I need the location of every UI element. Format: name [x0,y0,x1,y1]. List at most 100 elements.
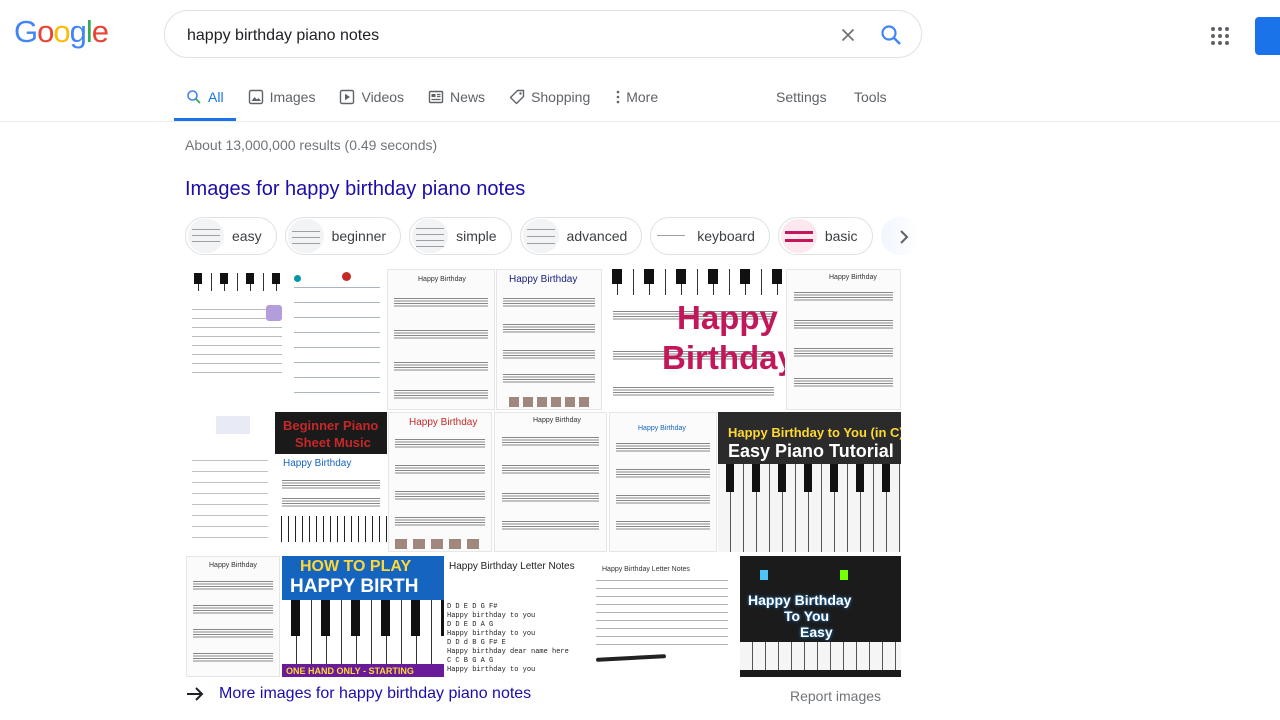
clear-icon[interactable] [837,24,859,46]
music-staff [793,348,894,358]
result-image[interactable]: Happy Birthday Letter Notes D D E D G F#… [445,556,592,677]
chip-keyboard[interactable]: keyboard [650,217,770,255]
tab-news[interactable]: News [416,80,497,114]
result-image[interactable]: Happy Birthday To You Easy [740,556,901,677]
tab-videos[interactable]: Videos [327,80,416,114]
tab-label: All [208,89,224,105]
result-image[interactable]: Happy Birthday [388,412,492,552]
result-image[interactable]: Beginner Piano Sheet Music Happy Birthda… [275,412,387,552]
tab-label: Videos [361,89,405,105]
google-logo[interactable]: Google [14,14,109,50]
chip-easy[interactable]: easy [185,217,277,255]
image-text: To You [784,608,830,624]
music-staff [192,629,274,639]
result-image[interactable]: Happy Birthday [496,269,602,410]
falling-note [760,570,768,580]
result-image[interactable] [288,269,386,410]
music-staff [281,480,381,490]
result-image[interactable]: Happy Birthday Letter Notes [594,556,738,677]
tab-label: Shopping [531,89,591,105]
settings-link[interactable]: Settings [776,89,827,105]
result-image[interactable]: Happy Birthday [387,269,495,410]
cupcake-row [395,539,485,549]
music-staff [192,653,274,663]
tab-shopping[interactable]: Shopping [497,80,602,114]
music-staff [501,437,600,447]
chip-thumbnail [653,219,690,253]
music-staff [612,387,775,397]
tag-icon [509,89,525,105]
music-staff [793,320,894,330]
music-staff [395,517,485,527]
piano-black-keys [718,464,901,492]
tab-images[interactable]: Images [236,80,328,114]
tab-label: Images [269,89,316,105]
image-text: Happy Birthday [409,417,478,428]
piano-black-keys [186,273,288,284]
image-text: Happy [677,299,778,336]
report-images-link[interactable]: Report images [790,688,881,704]
music-staff [192,581,274,591]
logo-letter: e [91,14,109,49]
result-image[interactable]: Happy Birthday [609,412,717,552]
text-lines [192,460,268,540]
tab-all[interactable]: All [174,80,236,121]
image-text: Happy birthday dear name here [447,648,569,656]
chip-label: beginner [331,228,387,244]
music-staff [793,378,894,388]
chip-label: easy [232,228,262,244]
result-image[interactable]: Happy Birthday to You (in C) Easy Piano … [718,412,901,552]
music-staff [501,493,600,503]
result-image[interactable] [186,269,288,410]
piano-black-keys [602,269,785,284]
logo-letter: o [53,14,70,49]
chip-thumbnail [780,219,817,253]
chip-label: simple [456,228,497,244]
image-text: Happy birthday to you [447,630,536,638]
music-staff [394,362,488,372]
chevron-right-icon[interactable] [895,228,913,246]
result-stats: About 13,000,000 results (0.49 seconds) [185,137,438,153]
more-images-label: More images for happy birthday piano not… [219,685,532,702]
tools-link[interactable]: Tools [854,89,887,105]
more-images-link[interactable]: More images for happy birthday piano not… [185,684,531,704]
images-section-title[interactable]: Images for happy birthday piano notes [185,178,525,201]
sign-in-button[interactable] [1255,17,1280,55]
refinement-chips: easy beginner simple advanced keyboard b… [185,217,921,257]
search-tabs: All Images Videos News Shopping More [174,80,670,122]
recorder-image [595,654,667,662]
image-text: Easy Piano Tutorial [728,441,894,461]
chip-beginner[interactable]: beginner [284,217,402,255]
music-staff [501,465,600,475]
image-text: Happy birthday to you [447,612,536,620]
header-divider [0,121,1280,122]
music-staff [281,498,381,508]
chip-basic[interactable]: basic [777,217,873,255]
text-lines [596,580,728,648]
result-image[interactable]: Happy Birthday [494,412,607,552]
tab-more[interactable]: More [602,80,670,114]
tab-label: News [450,89,486,105]
result-image[interactable]: Happy Birthday [602,269,785,410]
music-staff [394,298,488,308]
chip-thumbnail [287,219,324,253]
result-image[interactable]: Happy Birthday [186,556,280,677]
image-text: Happy Birthday [638,425,686,432]
apps-grid-icon[interactable] [1208,24,1232,48]
music-staff [793,292,894,302]
chip-thumbnail [188,219,224,253]
falling-note [840,570,848,580]
result-image[interactable]: Happy Birthday [786,269,901,410]
result-image[interactable]: HOW TO PLAY HAPPY BIRTH ONE HAND ONLY - … [282,556,444,677]
music-staff [616,495,710,505]
search-input[interactable] [185,23,809,49]
image-text: Easy [800,624,833,640]
search-icon[interactable] [879,23,903,47]
chip-simple[interactable]: simple [409,217,512,255]
brand-logo [216,416,250,434]
chip-advanced[interactable]: advanced [519,217,643,255]
result-image[interactable] [186,412,274,552]
image-text: ONE HAND ONLY - STARTING [286,666,414,676]
music-staff [394,330,488,340]
piano-keys [275,516,387,542]
